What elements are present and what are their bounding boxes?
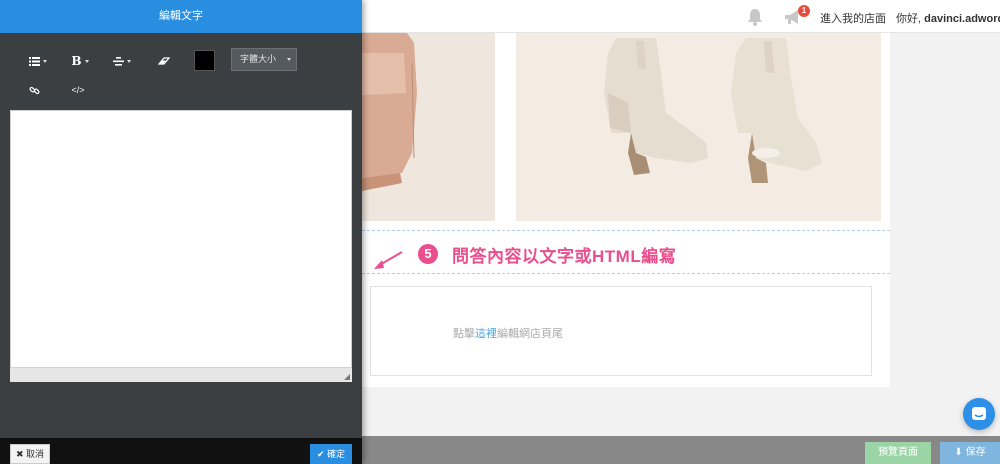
close-icon: ✖ (15, 449, 24, 459)
check-icon: ✔ (316, 449, 325, 459)
code-icon: </> (71, 85, 85, 95)
bold-button[interactable]: B (68, 52, 92, 70)
text-color-picker[interactable] (194, 50, 215, 71)
editor-toolbar: B 字體大小 </> (10, 42, 352, 110)
footer-hint: 點擊這裡編輯網店頁尾 (453, 325, 563, 341)
user-menu[interactable]: 你好, davinci.adwords (896, 10, 1000, 26)
font-size-label: 字體大小 (240, 54, 277, 64)
annotation-step-number: 5 (418, 244, 438, 264)
panel-footer (0, 438, 362, 464)
right-gutter (890, 33, 1000, 436)
greeting-prefix: 你好, (896, 13, 922, 25)
font-size-select[interactable]: 字體大小 (231, 48, 297, 71)
confirm-label: 確定 (327, 449, 346, 459)
confirm-button[interactable]: ✔ 確定 (310, 444, 352, 464)
footer-edit-link[interactable]: 這裡 (475, 328, 497, 340)
preview-button[interactable]: 預覽頁面 (865, 442, 931, 464)
save-button[interactable]: ⬇ 保存 (940, 442, 1000, 464)
username: davinci.adwords (924, 13, 1000, 25)
align-center-icon (113, 56, 124, 66)
save-label: 保存 (965, 447, 986, 458)
bold-icon: B (71, 54, 82, 68)
edit-text-panel: 編輯文字 B 字體大小 </> ✖ 取消 ✔ 確定 (0, 0, 362, 464)
product-image-bag[interactable] (362, 33, 495, 221)
list-button[interactable] (26, 52, 50, 70)
chevron-down-icon (84, 59, 89, 63)
download-icon: ⬇ (954, 447, 963, 458)
resize-handle-icon[interactable] (344, 374, 350, 380)
annotation-callout: 5 問答內容以文字或HTML編寫 (418, 242, 676, 266)
cancel-button[interactable]: ✖ 取消 (10, 444, 50, 464)
chevron-down-icon (127, 59, 131, 63)
list-icon (29, 56, 40, 66)
enter-store-link[interactable]: 進入我的店面 (820, 10, 886, 26)
clear-format-button[interactable] (152, 52, 176, 70)
panel-title: 編輯文字 (0, 0, 362, 33)
bell-icon[interactable] (747, 8, 763, 26)
link-button[interactable] (22, 81, 46, 99)
eraser-icon (158, 56, 170, 65)
notification-badge: 1 (798, 5, 810, 17)
rich-text-editor[interactable] (10, 110, 352, 382)
align-button[interactable] (110, 52, 134, 70)
boots-illustration (604, 38, 822, 183)
store-footer-area[interactable]: 點擊這裡編輯網店頁尾 (370, 286, 872, 376)
annotation-arrow-icon (374, 251, 403, 269)
top-navbar: 1 進入我的店面 你好, davinci.adwords (362, 0, 1000, 33)
link-icon (28, 86, 40, 94)
cancel-label: 取消 (26, 449, 45, 459)
chevron-down-icon (43, 59, 47, 63)
editor-statusbar (10, 367, 352, 382)
chat-button[interactable] (963, 398, 995, 430)
code-view-button[interactable]: </> (66, 81, 90, 99)
footer-hint-after: 編輯網店頁尾 (497, 328, 563, 340)
product-image-boots[interactable] (516, 33, 881, 221)
bag-illustration (362, 33, 417, 191)
annotation-text: 問答內容以文字或HTML編寫 (452, 246, 677, 266)
chat-icon (972, 407, 986, 420)
chevron-down-icon (287, 58, 291, 61)
footer-hint-before: 點擊 (453, 328, 475, 340)
